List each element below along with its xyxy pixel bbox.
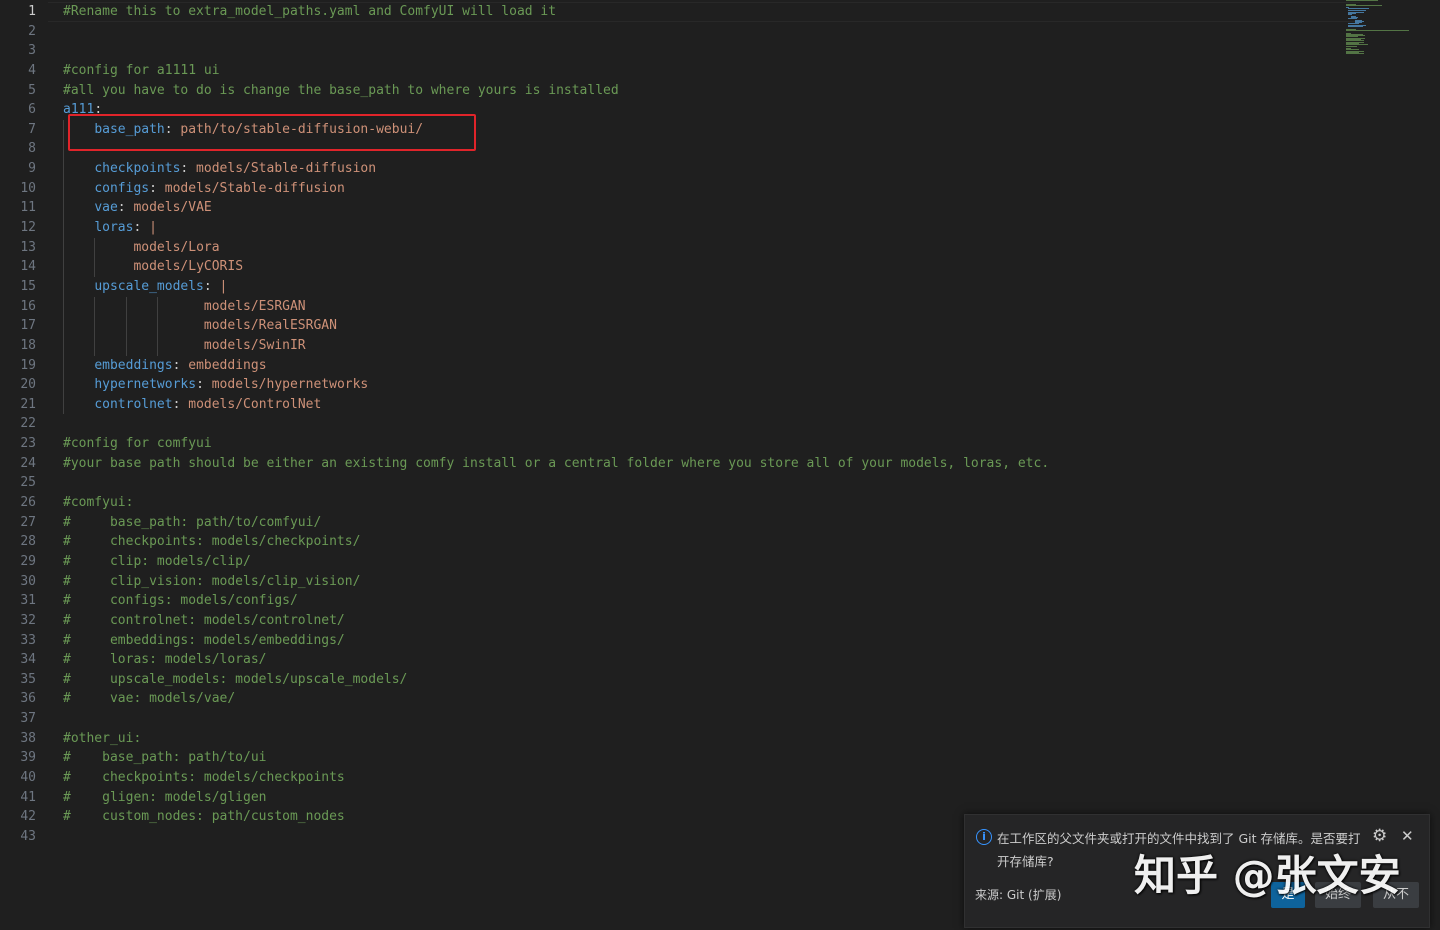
minimap-line — [1348, 7, 1369, 9]
line-number: 17 — [20, 318, 36, 334]
line-number: 13 — [20, 239, 36, 255]
code-line[interactable] — [63, 414, 1350, 434]
line-number: 40 — [20, 769, 36, 785]
code-line[interactable]: # base_path: path/to/ui — [63, 748, 1350, 768]
code-line[interactable]: vae: models/VAE — [63, 198, 1350, 219]
code-line[interactable]: #other_ui: — [63, 729, 1350, 749]
code-line[interactable]: models/Lora — [63, 237, 1350, 258]
line-number: 43 — [20, 828, 36, 844]
line-number: 14 — [20, 259, 36, 275]
line-number: 33 — [20, 632, 36, 648]
code-line[interactable]: # loras: models/loras/ — [63, 650, 1350, 670]
line-number: 9 — [28, 161, 36, 177]
code-line[interactable]: #Rename this to extra_model_paths.yaml a… — [48, 2, 1360, 22]
code-line[interactable]: #all you have to do is change the base_p… — [63, 81, 1350, 101]
code-line[interactable]: checkpoints: models/Stable-diffusion — [63, 159, 1350, 179]
line-number: 1 — [28, 4, 36, 19]
code-line[interactable]: #your base path should be either an exis… — [63, 454, 1350, 474]
line-number: 35 — [20, 671, 36, 687]
minimap-line — [1346, 0, 1378, 1]
line-number: 38 — [20, 730, 36, 746]
line-number: 39 — [20, 750, 36, 766]
minimap-line — [1346, 5, 1382, 7]
code-line[interactable]: configs: models/Stable-diffusion — [63, 178, 1350, 199]
line-number: 18 — [20, 337, 36, 353]
code-editor[interactable]: 1 2 3 4 5 6 7 8 9 10 11 12 13 14 15 16 17 18 19 20 21 22 23 24 2… — [0, 0, 1440, 930]
code-line[interactable]: # embeddings: models/embeddings/ — [63, 631, 1350, 651]
line-number: 34 — [20, 652, 36, 668]
line-number: 4 — [28, 62, 36, 78]
code-line[interactable]: # clip: models/clip/ — [63, 552, 1350, 572]
line-number: 25 — [20, 475, 36, 491]
code-line[interactable]: # base_path: path/to/comfyui/ — [63, 513, 1350, 533]
code-line[interactable]: # upscale_models: models/upscale_models/ — [63, 670, 1350, 690]
code-line[interactable]: # clip_vision: models/clip_vision/ — [63, 572, 1350, 592]
close-icon[interactable]: ✕ — [1401, 827, 1414, 845]
minimap-line — [1346, 45, 1357, 47]
line-number: 21 — [20, 396, 36, 412]
line-number: 5 — [28, 82, 36, 98]
line-number: 28 — [20, 534, 36, 550]
code-line[interactable]: #config for a1111 ui — [63, 61, 1350, 81]
code-line[interactable]: models/LyCORIS — [63, 257, 1350, 277]
code-line[interactable] — [63, 473, 1350, 493]
code-line[interactable]: upscale_models: | — [63, 276, 1350, 297]
line-number: 24 — [20, 455, 36, 471]
line-number: 19 — [20, 357, 36, 373]
line-number: 22 — [20, 416, 36, 432]
zhihu-watermark: 知乎 @张文安 — [1134, 851, 1401, 900]
code-line[interactable]: models/SwinIR — [63, 335, 1350, 356]
line-number: 10 — [20, 180, 36, 196]
code-line[interactable]: hypernetworks: models/hypernetworks — [63, 375, 1350, 395]
line-number: 11 — [20, 200, 36, 216]
minimap-line — [1348, 26, 1363, 27]
line-number: 15 — [20, 278, 36, 294]
line-number: 30 — [20, 573, 36, 589]
code-line[interactable]: # gligen: models/gligen — [63, 788, 1350, 808]
line-number: 32 — [20, 612, 36, 628]
minimap-line — [1346, 29, 1409, 31]
code-line[interactable]: # configs: models/configs/ — [63, 591, 1350, 611]
code-line[interactable]: embeddings: embeddings — [63, 355, 1350, 376]
line-number: 41 — [20, 789, 36, 805]
info-icon: i — [976, 829, 992, 845]
line-number: 7 — [28, 121, 36, 137]
minimap-line — [1346, 53, 1364, 55]
code-line[interactable]: #config for comfyui — [63, 434, 1350, 454]
code-line[interactable] — [63, 41, 1350, 61]
line-number: 8 — [28, 141, 36, 157]
code-line[interactable] — [63, 22, 1350, 42]
minimap[interactable] — [1346, 0, 1436, 60]
code-line[interactable]: # checkpoints: models/checkpoints — [63, 768, 1350, 788]
code-line[interactable]: #comfyui: — [63, 493, 1350, 513]
line-number: 20 — [20, 377, 36, 393]
line-number: 6 — [28, 102, 36, 118]
line-number: 36 — [20, 691, 36, 707]
line-number: 2 — [28, 23, 36, 39]
line-number: 29 — [20, 553, 36, 569]
line-number: 12 — [20, 220, 36, 236]
line-number: 31 — [20, 593, 36, 609]
line-number: 23 — [20, 436, 36, 452]
code-line[interactable] — [63, 709, 1350, 729]
code-line[interactable]: loras: | — [63, 218, 1350, 238]
notification-source: 来源: Git (扩展) — [975, 888, 1062, 902]
code-line[interactable]: # controlnet: models/controlnet/ — [63, 611, 1350, 631]
line-number: 3 — [28, 43, 36, 59]
code-line[interactable]: models/ESRGAN — [63, 296, 1350, 317]
line-number: 42 — [20, 809, 36, 825]
code-line[interactable]: # vae: models/vae/ — [63, 689, 1350, 709]
code-line[interactable]: models/RealESRGAN — [63, 316, 1350, 336]
line-number: 26 — [20, 495, 36, 511]
code-line[interactable]: # checkpoints: models/checkpoints/ — [63, 532, 1350, 552]
line-number: 37 — [20, 711, 36, 727]
line-number: 27 — [20, 514, 36, 530]
base-path-highlight-box — [68, 114, 476, 151]
line-number-gutter: 1 2 3 4 5 6 7 8 9 10 11 12 13 14 15 16 17 18 19 20 21 22 23 24 2… — [0, 2, 48, 847]
code-line[interactable]: controlnet: models/ControlNet — [63, 394, 1350, 415]
line-number: 16 — [20, 298, 36, 314]
